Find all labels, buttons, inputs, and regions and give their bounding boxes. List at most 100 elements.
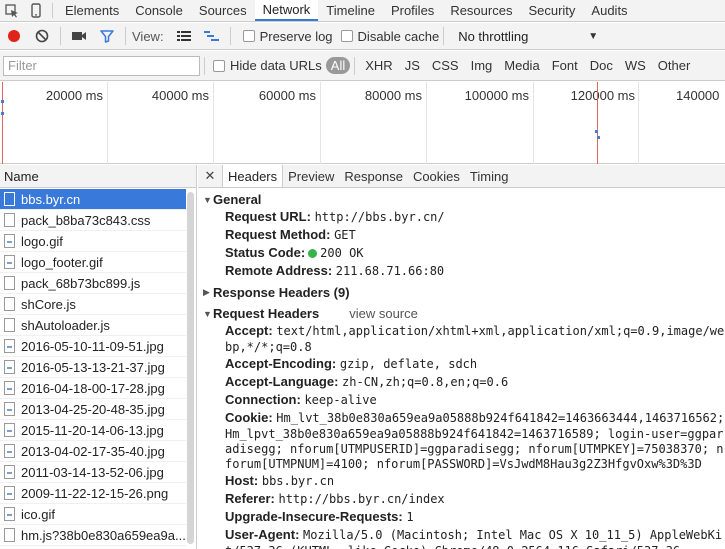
request-list-item[interactable]: logo_footer.gif: [0, 252, 186, 273]
header-value: Mozilla/5.0 (Macintosh; Intel Mac OS X 1…: [303, 528, 723, 542]
filter-type-other[interactable]: Other: [652, 58, 697, 73]
filter-type-js[interactable]: JS: [399, 58, 426, 73]
filter-type-font[interactable]: Font: [546, 58, 584, 73]
detail-tab-bar: ✕ Headers Preview Response Cookies Timin…: [198, 165, 725, 188]
filter-type-doc[interactable]: Doc: [584, 58, 619, 73]
document-file-icon: [4, 213, 15, 227]
header-value-continuation: adisegg; nforum[UTMPUSERID]=ggparadisegg…: [225, 442, 724, 456]
checkbox-box[interactable]: [242, 30, 255, 42]
timeline-gridline: [533, 82, 534, 164]
request-list-item[interactable]: 2016-05-10-11-09-51.jpg: [0, 336, 186, 357]
close-icon[interactable]: ✕: [198, 165, 222, 187]
filter-input[interactable]: [3, 55, 200, 76]
throttling-select[interactable]: No throttling ▼: [458, 29, 598, 44]
timeline-overview[interactable]: 20000 ms 40000 ms 60000 ms 80000 ms 1000…: [0, 82, 725, 164]
view-source-link[interactable]: view source: [349, 306, 418, 321]
tab-audits[interactable]: Audits: [583, 0, 635, 21]
tab-network[interactable]: Network: [254, 0, 319, 21]
hide-data-urls-checkbox[interactable]: Hide data URLs: [213, 58, 322, 73]
request-list-item[interactable]: pack_b8ba73c843.css: [0, 210, 186, 231]
request-list-item[interactable]: 2013-04-25-20-48-35.jpg: [0, 399, 186, 420]
throttling-value: No throttling: [458, 28, 529, 44]
disable-cache-checkbox[interactable]: Disable cache: [340, 29, 439, 44]
request-list-item[interactable]: hm.js?38b0e830a659ea9a...: [0, 525, 186, 546]
filter-type-all[interactable]: All: [325, 57, 351, 74]
request-list-item[interactable]: 2015-11-20-14-06-13.jpg: [0, 420, 186, 441]
request-list-item[interactable]: 2016-05-13-13-21-37.jpg: [0, 357, 186, 378]
tab-response[interactable]: Response: [339, 165, 408, 187]
tab-elements[interactable]: Elements: [57, 0, 127, 21]
device-mode-icon[interactable]: [24, 0, 48, 21]
tab-timing[interactable]: Timing: [465, 165, 514, 187]
document-file-icon: [4, 528, 15, 542]
timeline-gridline: [320, 82, 321, 164]
header-key: Remote Address:: [225, 263, 333, 278]
document-file-icon: [4, 276, 15, 290]
filter-type-xhr[interactable]: XHR: [359, 58, 398, 73]
video-camera-icon: [72, 32, 86, 40]
header-row: Referer: http://bbs.byr.cn/index: [198, 490, 725, 508]
tab-console[interactable]: Console: [127, 0, 191, 21]
tab-sources[interactable]: Sources: [191, 0, 255, 21]
request-list-item[interactable]: 2013-04-02-17-35-40.jpg: [0, 441, 186, 462]
response-headers-section-toggle[interactable]: ▶ Response Headers (9): [198, 284, 725, 301]
request-headers-section-toggle[interactable]: ▼ Request Headers view source: [198, 305, 725, 322]
preserve-log-checkbox[interactable]: Preserve log: [242, 29, 333, 44]
request-list-item[interactable]: logo.gif: [0, 231, 186, 252]
clear-button[interactable]: [28, 23, 56, 50]
timeline-gridline: [426, 82, 427, 164]
tab-profiles[interactable]: Profiles: [383, 0, 442, 21]
inspect-element-icon[interactable]: [0, 0, 24, 21]
tab-headers[interactable]: Headers: [222, 165, 284, 187]
request-list-item[interactable]: pack_68b73bc899.js: [0, 273, 186, 294]
filter-bar: Hide data URLs All XHR JS CSS Img Media …: [0, 51, 725, 81]
request-list-item[interactable]: ico.gif: [0, 504, 186, 525]
tab-security[interactable]: Security: [520, 0, 583, 21]
image-file-icon: [4, 339, 15, 353]
name-column-header[interactable]: Name: [0, 165, 196, 188]
filter-type-media[interactable]: Media: [498, 58, 545, 73]
status-ok-dot-icon: [308, 249, 318, 258]
dropdown-arrow-icon: ▼: [588, 30, 599, 42]
image-file-icon: [4, 255, 15, 269]
image-file-icon: [4, 402, 15, 416]
general-section-toggle[interactable]: ▼ General: [198, 191, 725, 208]
header-value: 200 OK: [320, 246, 364, 260]
filter-separator: [354, 56, 356, 75]
tab-resources[interactable]: Resources: [442, 0, 520, 21]
toolbar-separator: [125, 27, 126, 45]
filter-type-css[interactable]: CSS: [426, 58, 465, 73]
clear-icon: [35, 29, 49, 43]
header-key: Host:: [225, 473, 259, 488]
filter-type-img[interactable]: Img: [465, 58, 499, 73]
record-button[interactable]: [0, 23, 28, 50]
tab-cookies[interactable]: Cookies: [408, 165, 465, 187]
request-name: ico.gif: [21, 506, 55, 522]
filter-type-ws[interactable]: WS: [619, 58, 652, 73]
tab-preview[interactable]: Preview: [283, 165, 339, 187]
devtools-tab-bar: Elements Console Sources Network Timelin…: [0, 0, 725, 22]
header-value: http://bbs.byr.cn/: [314, 210, 445, 224]
filter-toggle-button[interactable]: [93, 23, 121, 50]
request-name: pack_b8ba73c843.css: [21, 212, 151, 228]
checkbox-box[interactable]: [340, 30, 353, 42]
request-name: 2016-04-18-00-17-28.jpg: [21, 380, 165, 396]
request-list-item[interactable]: 2011-03-14-13-52-06.jpg: [0, 462, 186, 483]
request-name: 2013-04-25-20-48-35.jpg: [21, 401, 165, 417]
request-list-item[interactable]: shCore.js: [0, 294, 186, 315]
capture-screenshots-button[interactable]: [65, 23, 93, 50]
request-list-item[interactable]: 2009-11-22-12-15-26.png: [0, 483, 186, 504]
overview-toggle-button[interactable]: [198, 23, 226, 50]
request-name: 2009-11-22-12-15-26.png: [21, 485, 169, 501]
header-row: Cookie: Hm_lvt_38b0e830a659ea9a05888b924…: [198, 409, 725, 427]
checkbox-box[interactable]: [213, 59, 225, 72]
request-list-item[interactable]: shAutoloader.js: [0, 315, 186, 336]
header-value: bbs.byr.cn: [261, 474, 335, 488]
network-toolbar: View: Preserve log Disable cache No thro…: [0, 23, 725, 50]
tab-timeline[interactable]: Timeline: [318, 0, 383, 21]
large-rows-button[interactable]: [170, 23, 198, 50]
request-list-item[interactable]: 2016-04-18-00-17-28.jpg: [0, 378, 186, 399]
tab-separator: [52, 3, 53, 18]
request-list-item[interactable]: bbs.byr.cn: [0, 189, 186, 210]
request-list-scrollbar[interactable]: [187, 192, 194, 544]
